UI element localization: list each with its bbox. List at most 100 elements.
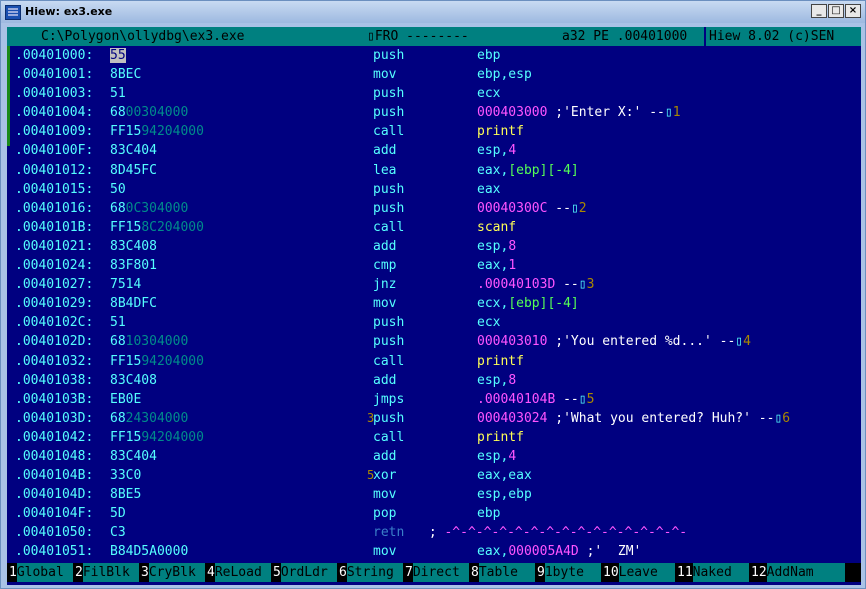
row-operands: scanf [477, 218, 516, 237]
disasm-row[interactable]: .0040104B: 33C0 5 xor eax,eax [7, 466, 861, 485]
row-mnemonic: mov [373, 296, 397, 312]
disasm-row[interactable]: .0040100F: 83C404 add esp,4 [7, 141, 861, 160]
row-bytes: 55 [110, 46, 126, 65]
fkey-5[interactable]: 5OrdLdr [273, 563, 337, 582]
opcode-bytes: 68 [110, 334, 126, 350]
fkey-3[interactable]: 3CryBlk [141, 563, 205, 582]
xref-number: 3 [586, 277, 595, 293]
disasm-row[interactable]: .00401021: 83C408 add esp,8 [7, 237, 861, 256]
opcode-bytes: 83C404 [110, 448, 157, 464]
disasm-row[interactable]: .00401009: FF1594204000 call printf [7, 122, 861, 141]
row-address: .00401001: [15, 67, 94, 83]
fkey-label: 1byte [544, 563, 601, 582]
function-name: scanf [477, 219, 517, 235]
fkey-9[interactable]: 91byte [537, 563, 601, 582]
row-operands: ecx,[ebp][-4] [477, 294, 579, 313]
fkey-7[interactable]: 7Direct [405, 563, 469, 582]
row-address: .00401003: [15, 86, 94, 102]
row-mnemonic: add [373, 448, 397, 464]
immediate-value: 4 [508, 143, 517, 159]
opcode-bytes: 55 [110, 48, 126, 63]
disasm-row[interactable]: .0040101B: FF158C204000 call scanf [7, 218, 861, 237]
disasm-row[interactable]: .00401000: 55 push ebp [7, 46, 861, 65]
row-operands: ebp [477, 504, 500, 523]
comment-text: -- [555, 277, 579, 293]
minimize-button[interactable]: _ [811, 4, 827, 18]
disassembly-listing[interactable]: .00401000: 55 push ebp .00401001: 8BEC mov ebp,… [7, 46, 861, 562]
opcode-bytes: B84D5A0000 [110, 544, 189, 560]
comment-text: ;'You entered %d...' -- [547, 334, 736, 350]
disasm-row[interactable]: .00401012: 8D45FC lea eax,[ebp][-4] [7, 161, 861, 180]
fkey-label: Table [478, 563, 535, 582]
opcode-bytes: 68 [110, 200, 126, 216]
operand-bytes: 94204000 [141, 429, 204, 445]
row-mnemonic: add [373, 238, 397, 254]
immediate-value: 4 [508, 448, 517, 464]
fkey-11[interactable]: 11Naked [677, 563, 749, 582]
row-bytes: 6824304000 [110, 409, 188, 428]
immediate-value: 000005A4D [508, 544, 579, 560]
disasm-row[interactable]: .0040103B: EB0E jmps .00040104B --▯5 [7, 390, 861, 409]
disasm-row[interactable]: .00401029: 8B4DFC mov ecx,[ebp][-4] [7, 294, 861, 313]
function-name: printf [477, 353, 524, 369]
disasm-row[interactable]: .0040103D: 6824304000 3 push 000403024 ;'Wha… [7, 409, 861, 428]
fkey-label: FilBlk [82, 563, 139, 582]
title-bar[interactable]: Hiew: ex3.exe _ □ × [1, 1, 865, 23]
operand-bytes: 24304000 [125, 410, 189, 426]
console-screen[interactable]: C:\Polygon\ollydbg\ex3.exe ▯FRO --------… [7, 27, 861, 585]
disasm-row[interactable]: .0040102C: 51 push ecx [7, 313, 861, 332]
disasm-row[interactable]: .00401024: 83F801 cmp eax,1 [7, 256, 861, 275]
row-address: .0040103B: [15, 391, 94, 407]
disasm-row[interactable]: .00401042: FF1594204000 call printf [7, 428, 861, 447]
row-operands: printf [477, 428, 524, 447]
disasm-row[interactable]: .00401051: B84D5A0000 mov eax,000005A4D ;' … [7, 542, 861, 561]
immediate-value: 00040300C [477, 200, 548, 216]
operand-register: esp, [477, 143, 509, 159]
row-address: .0040104F: [15, 506, 94, 522]
disasm-row[interactable]: .0040104D: 8BE5 mov esp,ebp [7, 485, 861, 504]
row-address: .0040104B: [15, 468, 94, 484]
disasm-row[interactable]: .00401001: 8BEC mov ebp,esp [7, 65, 861, 84]
disasm-row[interactable]: .0040102D: 6810304000 push 000403010 ;'You … [7, 332, 861, 351]
disasm-row[interactable]: .00401016: 680C304000 push 00040300C --▯2 [7, 199, 861, 218]
opcode-bytes: 7514 [110, 277, 142, 293]
operand-register: eax, [477, 258, 509, 274]
fkey-6[interactable]: 6String [339, 563, 403, 582]
disasm-row[interactable]: .00401050: C3 retn ; -^-^-^-^-^-^-^-^-^-^-… [7, 523, 861, 542]
disasm-row[interactable]: .00401004: 6800304000 push 000403000 ;'Ente… [7, 103, 861, 122]
comment-text: ;' ZM' [578, 544, 642, 560]
fkey-12[interactable]: 12AddNam [751, 563, 845, 582]
fkey-1[interactable]: 1Global [9, 563, 73, 582]
row-mnemonic: mov [373, 544, 397, 560]
disasm-row[interactable]: .00401038: 83C408 add esp,8 [7, 371, 861, 390]
row-bytes: FF1594204000 [110, 428, 204, 447]
immediate-value: .00040104B [477, 391, 556, 407]
xref-marker: ▯ [570, 200, 579, 216]
row-operands: esp,4 [477, 141, 516, 160]
fkey-2[interactable]: 2FilBlk [75, 563, 139, 582]
row-operands: 00040300C --▯2 [477, 199, 587, 218]
disasm-row[interactable]: .00401027: 7514 jnz .00040103D --▯3 [7, 275, 861, 294]
close-button[interactable]: × [845, 4, 861, 18]
fkey-10[interactable]: 10Leave [603, 563, 675, 582]
row-bytes: 83C408 [110, 371, 157, 390]
disasm-row[interactable]: .00401015: 50 push eax [7, 180, 861, 199]
opcode-bytes: 83C408 [110, 372, 157, 388]
maximize-button[interactable]: □ [828, 4, 844, 18]
comment-text: -- [555, 391, 579, 407]
disasm-row[interactable]: .00401032: FF1594204000 call printf [7, 352, 861, 371]
operand-bytes: 94204000 [141, 124, 204, 140]
fkey-4[interactable]: 4ReLoad [207, 563, 271, 582]
disasm-row[interactable]: .00401003: 51 push ecx [7, 84, 861, 103]
disasm-row[interactable]: .00401048: 83C404 add esp,4 [7, 447, 861, 466]
fkey-8[interactable]: 8Table [471, 563, 535, 582]
status-bar: C:\Polygon\ollydbg\ex3.exe ▯FRO --------… [7, 27, 861, 46]
disasm-row[interactable]: .0040104F: 5D pop ebp [7, 504, 861, 523]
row-address: .00401015: [15, 181, 94, 197]
operand-register: ebp [477, 506, 501, 522]
opcode-bytes: C3 [110, 525, 126, 541]
row-mnemonic: retn [373, 525, 405, 541]
opcode-bytes: 5D [110, 506, 126, 522]
fkey-label: String [346, 563, 403, 582]
row-mnemonic: add [373, 372, 397, 388]
